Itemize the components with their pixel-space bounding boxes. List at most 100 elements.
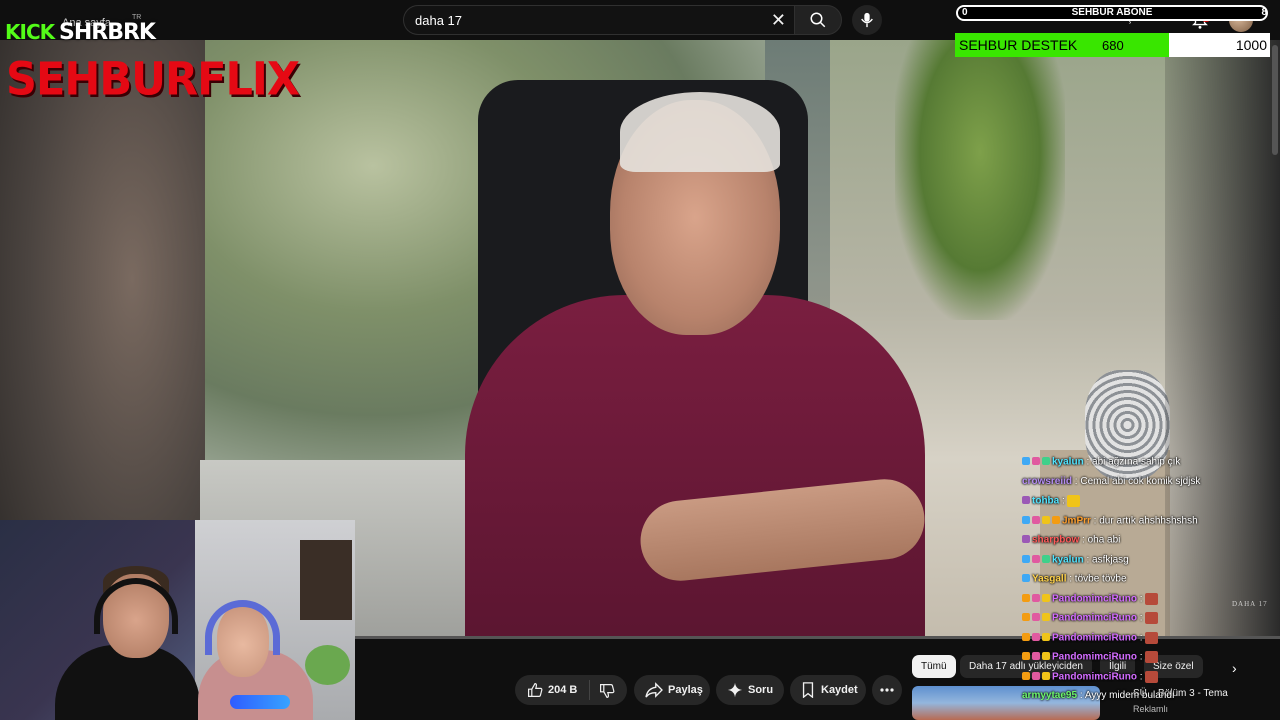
- chat-badges: [1022, 455, 1052, 469]
- chat-text: :: [1137, 632, 1143, 644]
- chat-username[interactable]: tohba: [1032, 496, 1059, 507]
- chat-badges: [1022, 514, 1062, 528]
- chat-badges: [1022, 572, 1032, 586]
- chat-username[interactable]: PandomimciRuno: [1052, 613, 1137, 624]
- chat-message: PandomimciRuno :: [1022, 631, 1272, 651]
- chip-all[interactable]: Tümü: [912, 655, 956, 678]
- kick-logo-text: KICK: [5, 20, 55, 44]
- video-person-hair: [620, 92, 780, 172]
- chat-badges: [1022, 553, 1052, 567]
- chat-username[interactable]: PandomimciRuno: [1052, 593, 1137, 604]
- chat-text: : oha abi: [1079, 534, 1121, 546]
- chat-badge-icon: [1022, 535, 1030, 544]
- microphone-icon: [861, 12, 873, 28]
- chat-badges: [1022, 650, 1052, 664]
- chat-username[interactable]: JmPrr: [1062, 515, 1091, 526]
- search-box[interactable]: daha 17 ✕: [403, 5, 794, 35]
- chat-message: Yasgall : tövbe tövbe: [1022, 572, 1272, 592]
- chat-badges: [1022, 631, 1052, 645]
- donation-goal-current: 680: [1102, 38, 1124, 53]
- search-input[interactable]: daha 17: [415, 13, 462, 28]
- thumbs-up-icon[interactable]: [527, 682, 543, 698]
- subscriber-goal-end: 8: [1261, 7, 1267, 18]
- chat-username[interactable]: PandomimciRuno: [1052, 671, 1137, 682]
- chat-username[interactable]: PandomimciRuno: [1052, 652, 1137, 663]
- subscriber-goal-label: SEHBUR ABONE: [1071, 7, 1153, 18]
- chat-badges: [1022, 611, 1052, 625]
- chat-text: :: [1137, 651, 1143, 663]
- chat-text: : dur artık ahshhshshsh: [1090, 515, 1198, 527]
- region-label: TR: [132, 14, 142, 21]
- chat-text: :: [1059, 495, 1065, 507]
- chat-text: : Ayyy midem bulandı: [1077, 690, 1175, 701]
- chat-badge-icon: [1052, 515, 1060, 524]
- chat-badge-icon: [1022, 652, 1030, 661]
- microphone-prop: [230, 695, 290, 709]
- ask-button[interactable]: Soru: [716, 675, 784, 705]
- chat-text: :: [1137, 671, 1143, 683]
- chat-badge-icon: [1022, 515, 1030, 524]
- donation-goal-target: 1000: [1235, 37, 1267, 53]
- chat-text: :: [1137, 612, 1143, 624]
- chat-message: PandomimciRuno :: [1022, 592, 1272, 612]
- chat-badge-icon: [1022, 632, 1030, 641]
- chat-badges: [1022, 494, 1032, 508]
- chat-username[interactable]: armyytae95: [1022, 690, 1077, 701]
- chat-emote-icon: [1144, 592, 1158, 605]
- chat-message: tohba :: [1022, 494, 1272, 514]
- chat-message: PandomimciRuno :: [1022, 670, 1272, 690]
- page-scrollbar[interactable]: [1272, 45, 1278, 155]
- chat-badge-icon: [1022, 574, 1030, 583]
- chat-badge-icon: [1022, 613, 1030, 622]
- chat-username[interactable]: PandomimciRuno: [1052, 632, 1137, 643]
- donation-goal-bar: SEHBUR DESTEK 680 1000: [955, 33, 1270, 57]
- video-person-shirt: [465, 295, 925, 638]
- chat-message: sharpbow : oha abi: [1022, 533, 1272, 553]
- chat-message: kyalun : abi ağzına sahip çık: [1022, 455, 1272, 475]
- sparkle-icon: [727, 682, 743, 698]
- like-dislike-group: 204 B: [515, 675, 627, 705]
- chat-badge-icon: [1042, 515, 1050, 524]
- share-button[interactable]: Paylaş: [634, 675, 710, 705]
- voice-search-button[interactable]: [852, 5, 882, 35]
- chat-message: PandomimciRuno :: [1022, 611, 1272, 631]
- webcam-plant: [305, 645, 350, 685]
- chat-text: :: [1137, 593, 1143, 605]
- chat-message: PandomimciRuno :: [1022, 650, 1272, 670]
- search-button[interactable]: [794, 5, 842, 35]
- chat-emote-icon: [1144, 670, 1158, 683]
- chat-text: : asfkjasg: [1083, 554, 1129, 566]
- chat-message: crowsreiid : Cemal abi cok komik sjdjsk: [1022, 475, 1272, 495]
- chat-badge-icon: [1042, 632, 1050, 641]
- kick-logo: KICK Ana sayfa SHRBRK TR: [2, 6, 156, 48]
- like-count[interactable]: 204 B: [548, 684, 577, 696]
- webcam-shelf: [300, 540, 352, 620]
- chat-badge-icon: [1042, 554, 1050, 563]
- chat-badge-icon: [1032, 593, 1040, 602]
- chat-text: : Cemal abi cok komik sjdjsk: [1072, 475, 1201, 487]
- more-actions-button[interactable]: [872, 675, 902, 705]
- chat-badge-icon: [1042, 457, 1050, 466]
- like-divider: [589, 680, 590, 700]
- clear-search-icon[interactable]: ✕: [771, 10, 786, 31]
- share-label: Paylaş: [668, 684, 703, 696]
- chat-emote-icon: [1144, 612, 1158, 624]
- chat-username[interactable]: crowsreiid: [1022, 476, 1072, 487]
- chat-message: JmPrr : dur artık ahshhshshsh: [1022, 514, 1272, 534]
- chat-username[interactable]: kyalun: [1052, 554, 1084, 565]
- chat-username[interactable]: Yasgall: [1032, 574, 1066, 585]
- chat-badges: [1022, 592, 1052, 606]
- chat-username[interactable]: kyalun: [1052, 457, 1084, 468]
- share-icon: [645, 682, 663, 698]
- chat-badge-icon: [1022, 457, 1030, 466]
- subscriber-goal-bar: 0 SEHBUR ABONE 8: [956, 5, 1268, 21]
- chat-overlay: kyalun : abi ağzına sahip çık crowsreiid …: [1022, 455, 1272, 709]
- chat-emote-icon: [1066, 495, 1080, 507]
- chat-username[interactable]: sharpbow: [1032, 535, 1079, 546]
- save-button[interactable]: Kaydet: [790, 675, 866, 705]
- chat-badge-icon: [1032, 515, 1040, 524]
- chat-badge-icon: [1032, 652, 1040, 661]
- chat-badges: [1022, 533, 1032, 547]
- video-greenery: [895, 40, 1065, 320]
- thumbs-down-icon[interactable]: [599, 683, 615, 699]
